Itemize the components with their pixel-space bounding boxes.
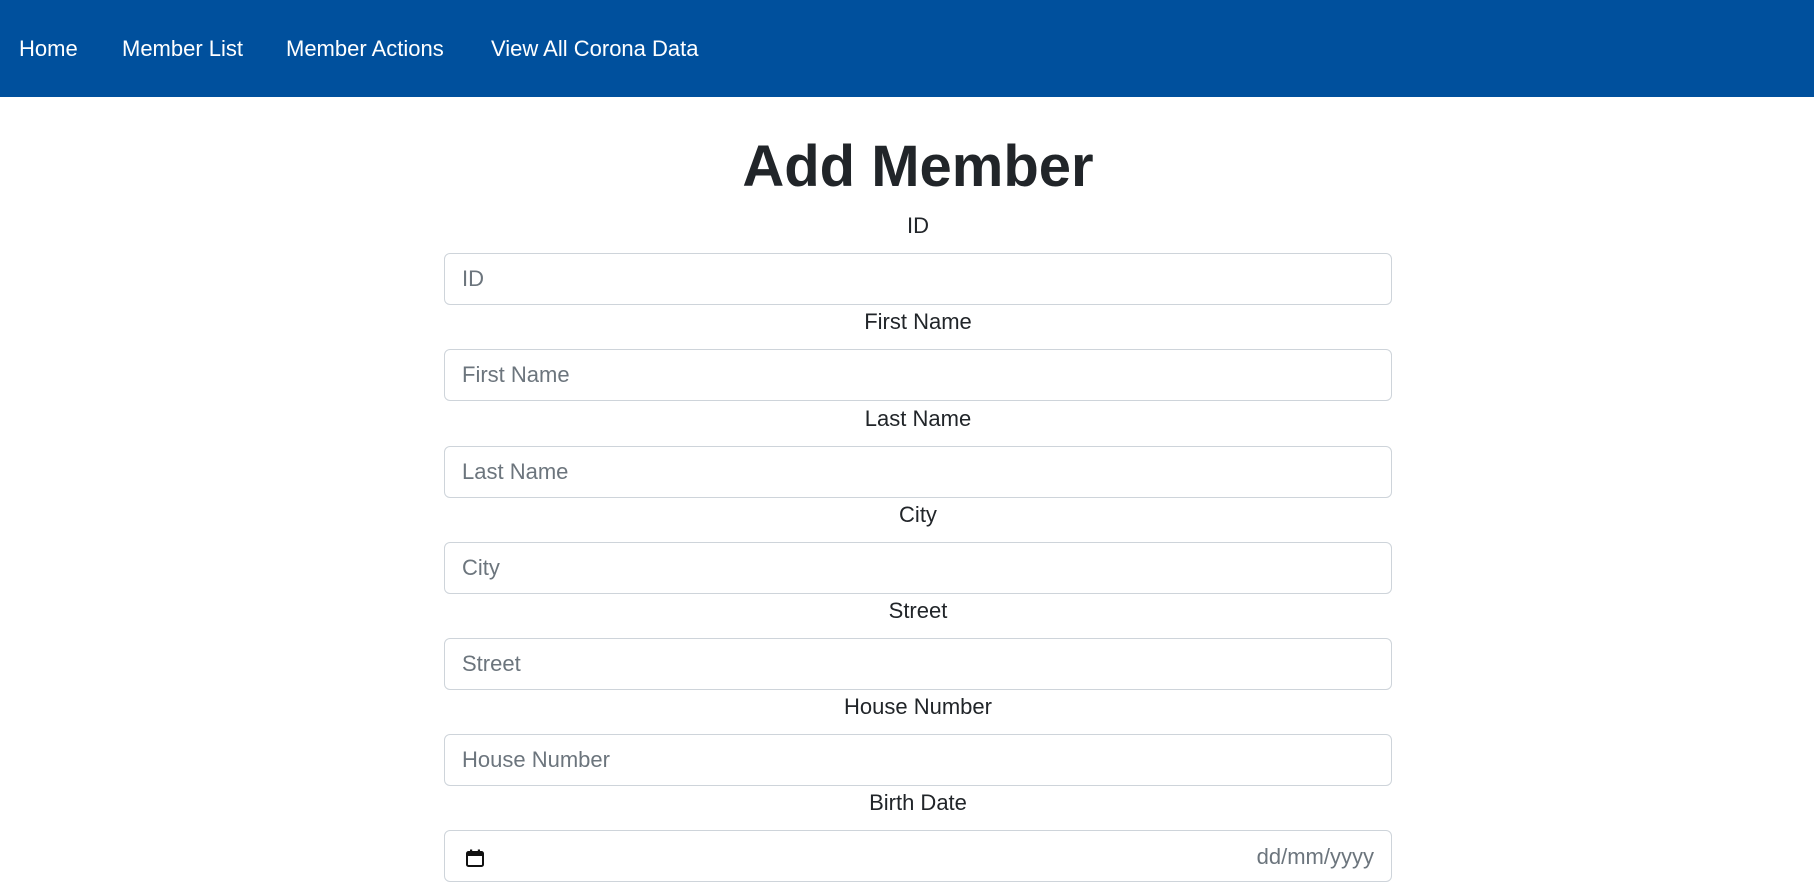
id-input[interactable]: [444, 253, 1392, 305]
id-label: ID: [907, 213, 929, 238]
birth-date-input[interactable]: dd/mm/yyyy: [444, 830, 1392, 882]
street-input[interactable]: [444, 638, 1392, 690]
birth-date-label: Birth Date: [869, 790, 967, 815]
nav-link-member-list[interactable]: Member List: [122, 36, 243, 62]
city-input[interactable]: [444, 542, 1392, 594]
nav-link-view-all-corona-data[interactable]: View All Corona Data: [491, 36, 699, 62]
house-number-input[interactable]: [444, 734, 1392, 786]
birth-date-placeholder: dd/mm/yyyy: [1256, 844, 1374, 869]
top-navbar: Home Member List Member Actions View All…: [0, 0, 1814, 97]
calendar-icon[interactable]: [465, 848, 485, 868]
last-name-input[interactable]: [444, 446, 1392, 498]
first-name-input[interactable]: [444, 349, 1392, 401]
nav-link-home[interactable]: Home: [19, 36, 78, 62]
nav-link-member-actions[interactable]: Member Actions: [286, 36, 444, 62]
street-label: Street: [888, 598, 948, 623]
last-name-label: Last Name: [864, 406, 972, 431]
house-number-label: House Number: [844, 694, 992, 719]
city-label: City: [899, 502, 937, 527]
first-name-label: First Name: [864, 309, 972, 334]
page-title: Add Member: [742, 134, 1094, 199]
